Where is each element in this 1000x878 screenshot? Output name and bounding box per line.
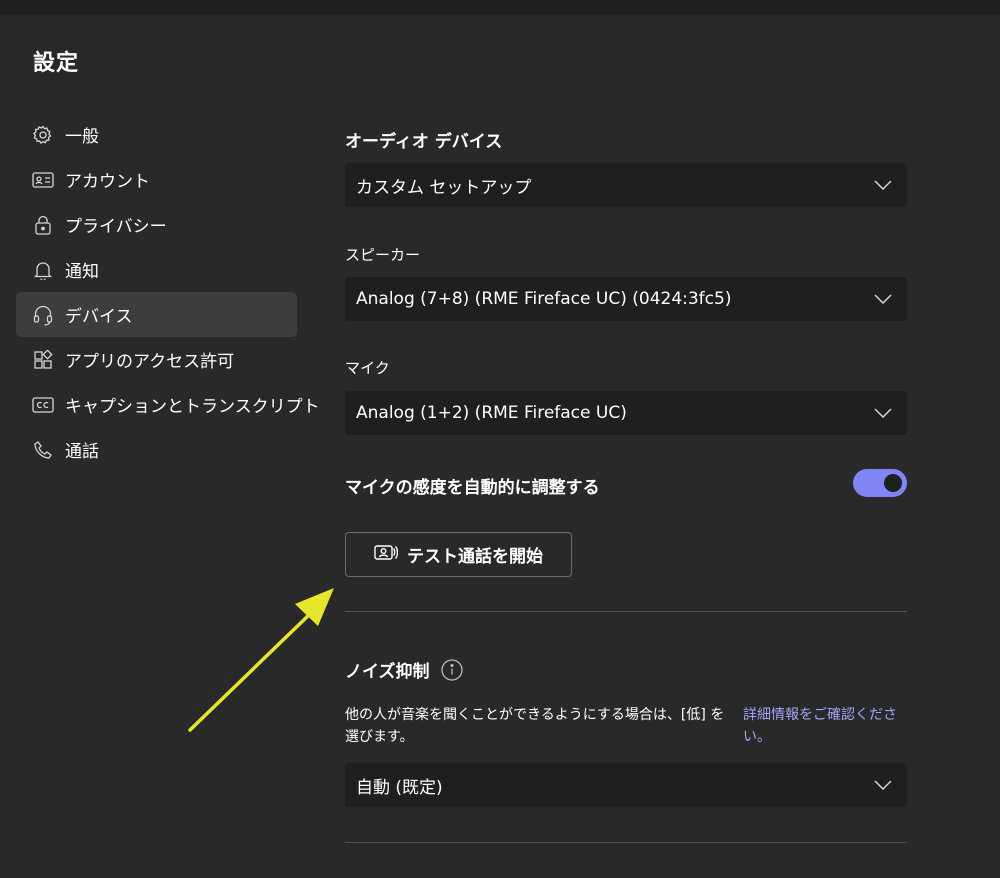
dropdown-value: カスタム セットアップ (356, 177, 532, 198)
device-settings-panel: オーディオ デバイス カスタム セットアップ スピーカー Analog (7+8… (345, 0, 907, 878)
gear-icon (32, 124, 54, 146)
audio-device-dropdown[interactable]: カスタム セットアップ (345, 163, 907, 207)
bell-icon (32, 259, 54, 281)
sidebar-item-calls[interactable]: 通話 (16, 427, 297, 472)
sidebar-item-account[interactable]: アカウント (16, 157, 297, 202)
chevron-down-icon (873, 403, 893, 423)
sidebar-item-label: アプリのアクセス許可 (65, 352, 235, 372)
noise-suppression-title: ノイズ抑制 (345, 662, 430, 682)
sidebar-item-general[interactable]: 一般 (16, 112, 297, 157)
noise-suppression-dropdown[interactable]: 自動 (既定) (345, 763, 907, 807)
sidebar-item-app-permissions[interactable]: アプリのアクセス許可 (16, 337, 297, 382)
chevron-down-icon (873, 289, 893, 309)
sidebar-item-captions[interactable]: キャプションとトランスクリプト (16, 382, 320, 427)
sidebar-item-label: デバイス (65, 307, 133, 327)
lock-icon (32, 214, 54, 236)
test-call-icon (374, 543, 399, 567)
toggle-knob (884, 474, 902, 492)
sidebar-item-label: 一般 (65, 127, 99, 147)
sidebar-item-privacy[interactable]: プライバシー (16, 202, 297, 247)
cc-icon (32, 394, 54, 416)
phone-icon (32, 439, 54, 461)
dropdown-value: Analog (1+2) (RME Fireface UC) (356, 403, 627, 423)
dropdown-value: 自動 (既定) (356, 777, 443, 798)
info-icon[interactable] (441, 659, 463, 681)
test-call-button[interactable]: テスト通話を開始 (345, 532, 572, 577)
dropdown-value: Analog (7+8) (RME Fireface UC) (0424:3fc… (356, 289, 732, 309)
sidebar-item-label: アカウント (65, 172, 150, 192)
id-card-icon (32, 169, 54, 191)
speaker-label: スピーカー (345, 246, 421, 264)
page-title: 設定 (33, 51, 80, 76)
chevron-down-icon (873, 175, 893, 195)
auto-adjust-mic-toggle[interactable] (853, 469, 907, 497)
settings-window: 設定 一般 アカウント プライバシー 通知 デバイス アプリのアクセス許可 キャ… (0, 0, 1000, 878)
microphone-dropdown[interactable]: Analog (1+2) (RME Fireface UC) (345, 391, 907, 435)
sidebar-item-notifications[interactable]: 通知 (16, 247, 297, 292)
sidebar-item-label: プライバシー (65, 217, 167, 237)
sidebar-item-devices[interactable]: デバイス (16, 292, 297, 337)
sidebar-item-label: キャプションとトランスクリプト (65, 397, 320, 417)
sidebar-item-label: 通知 (65, 262, 99, 282)
sidebar-item-label: 通話 (65, 442, 99, 462)
apps-icon (32, 349, 54, 371)
speaker-dropdown[interactable]: Analog (7+8) (RME Fireface UC) (0424:3fc… (345, 277, 907, 321)
sidebar: 一般 アカウント プライバシー 通知 デバイス アプリのアクセス許可 キャプショ… (16, 112, 320, 472)
section-divider (345, 842, 907, 843)
audio-devices-title: オーディオ デバイス (345, 132, 503, 152)
section-divider (345, 611, 907, 612)
microphone-label: マイク (345, 359, 390, 377)
auto-adjust-mic-label: マイクの感度を自動的に調整する (345, 478, 600, 498)
noise-suppression-description: 他の人が音楽を聞くことができるようにする場合は、[低] を選びます。 (345, 707, 725, 745)
test-call-button-label: テスト通話を開始 (407, 547, 543, 567)
chevron-down-icon (873, 775, 893, 795)
learn-more-link[interactable]: 詳細情報をご確認ください。 (743, 704, 911, 748)
headset-icon (32, 304, 54, 326)
